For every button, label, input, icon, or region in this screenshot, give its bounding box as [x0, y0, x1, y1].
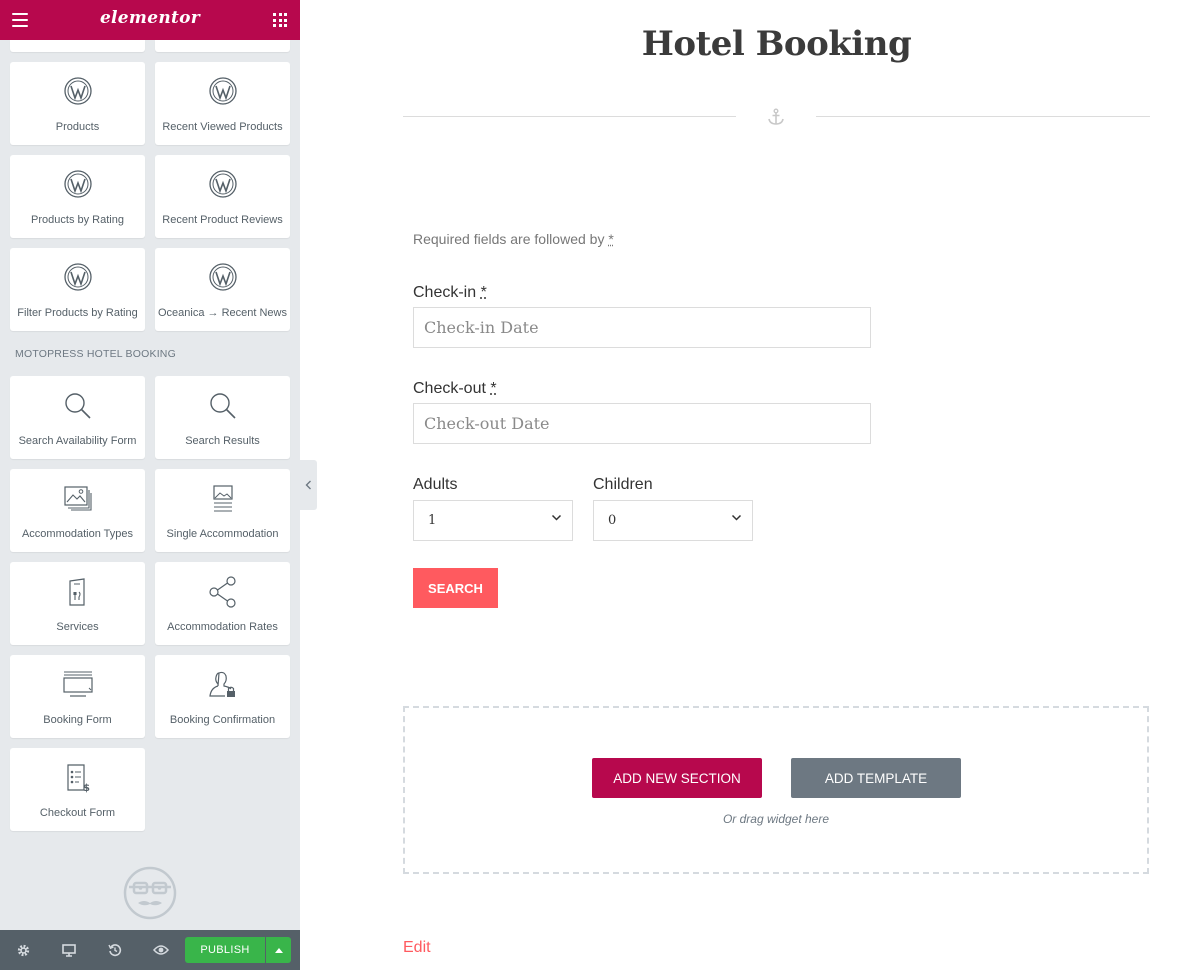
widget-products[interactable]: Products	[10, 62, 145, 145]
widget-label: Search Results	[185, 435, 260, 447]
widget-label: Checkout Form	[39, 807, 116, 819]
add-template-button[interactable]: ADD TEMPLATE	[791, 758, 961, 798]
responsive-desktop-icon[interactable]	[61, 942, 77, 958]
mascot-icon	[123, 866, 177, 925]
add-new-section-button[interactable]: ADD NEW SECTION	[592, 758, 762, 798]
checkout-label-text: Check-out	[413, 380, 486, 397]
widget-recent-product-reviews[interactable]: Recent Product Reviews	[155, 155, 290, 238]
widget-oceanica-recent-news[interactable]: Oceanica → Recent News	[155, 248, 290, 331]
search-icon	[155, 390, 290, 422]
page-title: Hotel Booking	[641, 24, 912, 64]
children-label: Children	[593, 476, 653, 493]
caret-up-icon	[274, 947, 283, 953]
invoice-icon: $	[10, 762, 145, 794]
widget-single-accommodation[interactable]: Single Accommodation	[155, 469, 290, 552]
add-section-dropzone[interactable]	[403, 706, 1149, 874]
widgets-list: Products Recent Viewed Products Products…	[0, 40, 300, 930]
user-lock-icon	[155, 669, 290, 701]
anchor-icon	[766, 108, 786, 126]
widgets-grid-icon[interactable]	[273, 13, 287, 27]
form-screen-icon	[10, 669, 145, 701]
widget-label: Oceanica → Recent News	[158, 307, 287, 319]
wordpress-icon	[10, 169, 145, 201]
checkin-date-input[interactable]	[413, 307, 871, 348]
widget-checkout-form[interactable]: $ Checkout Form	[10, 748, 145, 831]
adults-label: Adults	[413, 476, 458, 493]
search-button[interactable]: SEARCH	[413, 568, 498, 608]
widget-search-results[interactable]: Search Results	[155, 376, 290, 459]
widget-label: Booking Confirmation	[169, 714, 276, 726]
widget-label: Recent Viewed Products	[162, 121, 283, 133]
widget-products-by-rating[interactable]: Products by Rating	[10, 155, 145, 238]
wordpress-icon	[10, 76, 145, 108]
share-icon	[155, 576, 290, 608]
menu-card-icon	[10, 576, 145, 608]
children-select[interactable]: 0	[593, 500, 753, 541]
widget-card-partial[interactable]	[10, 40, 145, 52]
wordpress-icon	[155, 262, 290, 294]
required-asterisk: *	[480, 284, 487, 301]
widget-label: Services	[56, 621, 99, 633]
chevron-left-icon	[305, 480, 311, 490]
adults-select[interactable]: 1	[413, 500, 573, 541]
checkout-label: Check-out *	[413, 380, 497, 398]
divider-right	[816, 116, 1150, 117]
divider-left	[403, 116, 736, 117]
widget-accommodation-types[interactable]: Accommodation Types	[10, 469, 145, 552]
widget-recent-viewed-products[interactable]: Recent Viewed Products	[155, 62, 290, 145]
checkin-label-text: Check-in	[413, 284, 477, 301]
required-asterisk: *	[608, 231, 614, 247]
svg-text:$: $	[83, 783, 90, 794]
widget-label: Single Accommodation	[166, 528, 279, 540]
widget-label: Accommodation Rates	[167, 621, 278, 633]
widget-search-availability-form[interactable]: Search Availability Form	[10, 376, 145, 459]
required-asterisk: *	[490, 380, 497, 397]
checkin-label: Check-in *	[413, 284, 487, 302]
widget-label: Products	[55, 121, 100, 133]
widget-services[interactable]: Services	[10, 562, 145, 645]
widget-booking-confirmation[interactable]: Booking Confirmation	[155, 655, 290, 738]
drag-widget-hint: Or drag widget here	[722, 812, 830, 826]
widget-label: Filter Products by Rating	[17, 307, 138, 319]
adults-value: 1	[428, 513, 437, 528]
widget-accommodation-rates[interactable]: Accommodation Rates	[155, 562, 290, 645]
gallery-icon	[10, 483, 145, 515]
wordpress-icon	[155, 76, 290, 108]
wordpress-icon	[10, 262, 145, 294]
widget-label: Accommodation Types	[21, 528, 134, 540]
publish-button[interactable]: PUBLISH	[185, 937, 265, 963]
wordpress-icon	[155, 169, 290, 201]
chevron-down-icon	[731, 514, 742, 521]
panel-header: elementor	[0, 0, 300, 40]
widget-booking-form[interactable]: Booking Form	[10, 655, 145, 738]
elementor-panel: elementor Products Recent Viewed Product…	[0, 0, 300, 970]
widget-card-partial[interactable]	[155, 40, 290, 52]
widget-label: Recent Product Reviews	[162, 214, 283, 226]
publish-options-button[interactable]	[266, 937, 291, 963]
widget-label: Products by Rating	[31, 214, 124, 226]
image-text-icon	[155, 483, 290, 515]
collapse-panel-toggle[interactable]	[300, 460, 317, 510]
checkout-date-input[interactable]	[413, 403, 871, 444]
preview-eye-icon[interactable]	[153, 942, 169, 958]
category-title: MOTOPRESS HOTEL BOOKING	[15, 348, 176, 360]
required-note-text: Required fields are followed by	[413, 231, 605, 247]
widget-filter-products-by-rating[interactable]: Filter Products by Rating	[10, 248, 145, 331]
widget-label: Booking Form	[43, 714, 112, 726]
panel-footer: PUBLISH	[0, 930, 300, 970]
settings-gear-icon[interactable]	[15, 942, 31, 958]
history-icon[interactable]	[107, 942, 123, 958]
widget-label: Search Availability Form	[18, 435, 137, 447]
edit-link[interactable]: Edit	[403, 939, 431, 957]
children-value: 0	[608, 513, 617, 528]
elementor-logo: elementor	[99, 8, 201, 28]
chevron-down-icon	[551, 514, 562, 521]
search-icon	[10, 390, 145, 422]
required-fields-note: Required fields are followed by *	[413, 231, 614, 247]
